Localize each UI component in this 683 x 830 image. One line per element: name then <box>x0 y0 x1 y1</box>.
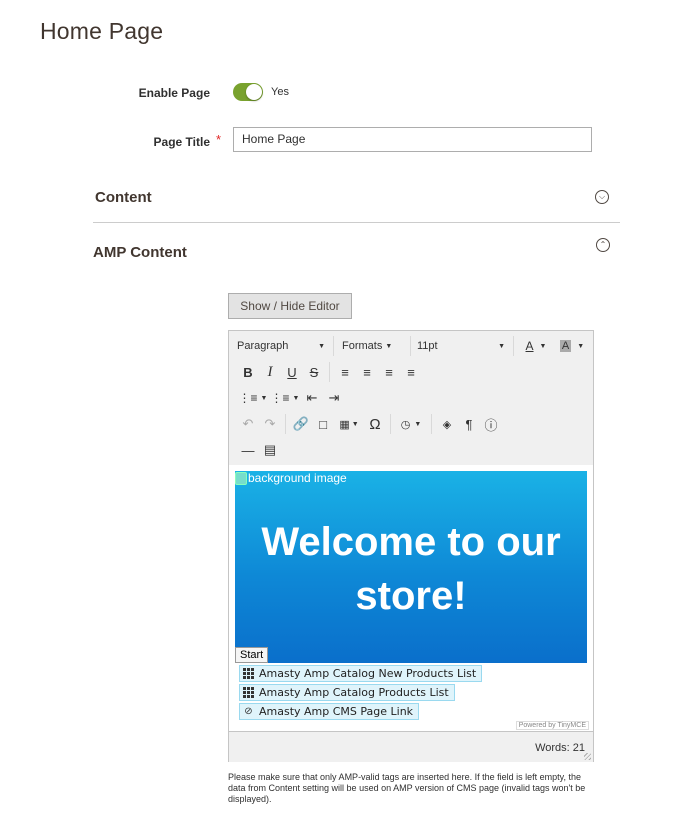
background-color-button[interactable]: A ▼ <box>554 335 590 357</box>
widget-label: Amasty Amp CMS Page Link <box>259 705 414 718</box>
required-indicator: * <box>216 132 222 147</box>
align-center-icon[interactable]: ≡ <box>356 361 378 383</box>
page-title-input[interactable]: Home Page <box>233 127 592 152</box>
find-replace-icon[interactable]: ◈ <box>436 413 458 435</box>
hero-banner: background image Welcome to our store! S… <box>235 471 587 663</box>
enable-page-toggle[interactable] <box>233 83 263 101</box>
toolbar-row-1: Paragraph ▼ Formats ▼ 11pt ▼ A ▼ A ▼ <box>233 333 590 359</box>
caret-down-icon: ▼ <box>414 420 422 428</box>
show-blocks-icon[interactable]: ¶ <box>458 413 480 435</box>
resize-handle-icon[interactable] <box>584 753 591 760</box>
page-break-icon[interactable]: ▤ <box>259 439 281 461</box>
toggle-knob <box>246 84 262 100</box>
special-character-icon[interactable]: Ω <box>364 413 386 435</box>
numbered-list-icon: ⋮≡ <box>270 391 290 405</box>
enable-page-label: Enable Page <box>138 86 210 100</box>
toolbar-row-3: ⋮≡ ▼ ⋮≡ ▼ ⇤ ⇥ <box>237 385 345 411</box>
chevron-up-circle-icon[interactable]: ⌃ <box>596 238 610 252</box>
text-color-icon: A <box>525 339 534 353</box>
section-divider <box>93 222 620 223</box>
horizontal-rule-icon[interactable]: — <box>237 439 259 461</box>
editor-toolbar: Paragraph ▼ Formats ▼ 11pt ▼ A ▼ A ▼ B I… <box>229 331 593 466</box>
align-left-icon[interactable]: ≡ <box>334 361 356 383</box>
align-right-icon[interactable]: ≡ <box>378 361 400 383</box>
bold-icon[interactable]: B <box>237 361 259 383</box>
toolbar-row-4: ↶ ↷ 🔗 □ ▦ ▼ Ω ◷ ▼ ◈ ¶ ⓘ <box>237 411 502 437</box>
widget-products-list[interactable]: Amasty Amp Catalog Products List <box>239 684 455 701</box>
bullet-list-icon: ⋮≡ <box>238 391 258 405</box>
show-hide-editor-button[interactable]: Show / Hide Editor <box>228 293 352 319</box>
enable-page-value: Yes <box>271 86 289 98</box>
widget-label: Amasty Amp Catalog Products List <box>259 686 449 699</box>
background-color-icon: A <box>559 340 572 352</box>
broken-image-alt: background image <box>235 471 347 486</box>
page-title-label: Page Title <box>153 135 210 149</box>
font-size-select[interactable]: 11pt ▼ <box>415 335 509 357</box>
caret-down-icon: ▼ <box>351 420 359 428</box>
toolbar-row-5: — ▤ <box>237 437 281 463</box>
word-count: Words: 21 <box>535 742 585 754</box>
widget-new-products-list[interactable]: Amasty Amp Catalog New Products List <box>239 665 483 682</box>
image-alt-text: background image <box>248 471 347 485</box>
toolbar-separator <box>333 336 334 356</box>
toolbar-separator <box>285 414 286 434</box>
help-icon[interactable]: ⓘ <box>480 413 502 435</box>
table-icon: ▦ <box>339 418 350 431</box>
caret-down-icon: ▼ <box>498 342 505 350</box>
widget-label: Amasty Amp Catalog New Products List <box>259 667 477 680</box>
caret-down-icon: ▼ <box>260 394 268 402</box>
hero-heading: Welcome to our store! <box>261 520 561 618</box>
grid-icon <box>243 668 254 679</box>
block-format-label: Paragraph <box>237 340 289 352</box>
powered-by-label[interactable]: Powered by TinyMCE <box>515 721 589 730</box>
toolbar-row-2: B I U S ≡ ≡ ≡ ≡ <box>237 359 422 385</box>
wysiwyg-editor: Paragraph ▼ Formats ▼ 11pt ▼ A ▼ A ▼ B I… <box>228 330 594 762</box>
page-title: Home Page <box>40 18 164 44</box>
toolbar-separator <box>513 336 514 356</box>
start-button[interactable]: Start <box>235 647 269 663</box>
chevron-down-circle-icon[interactable]: ⌵ <box>595 190 609 204</box>
text-color-button[interactable]: A ▼ <box>518 335 554 357</box>
amp-help-text: Please make sure that only AMP-valid tag… <box>228 772 586 804</box>
editor-statusbar: Words: 21 <box>229 731 593 762</box>
grid-icon <box>243 687 254 698</box>
table-button[interactable]: ▦ ▼ <box>334 413 364 435</box>
caret-down-icon: ▼ <box>318 342 325 350</box>
link-leaf-icon: ⊘ <box>244 706 253 717</box>
formats-label: Formats <box>342 340 383 352</box>
bookmark-icon[interactable]: □ <box>312 413 334 435</box>
editor-content-area[interactable]: background image Welcome to our store! S… <box>229 465 593 731</box>
link-icon[interactable]: 🔗 <box>290 413 312 435</box>
caret-down-icon: ▼ <box>539 342 547 350</box>
numbered-list-button[interactable]: ⋮≡ ▼ <box>269 387 301 409</box>
underline-icon[interactable]: U <box>281 361 303 383</box>
caret-down-icon: ▼ <box>385 342 393 350</box>
caret-down-icon: ▼ <box>292 394 300 402</box>
font-size-label: 11pt <box>417 340 438 352</box>
toolbar-separator <box>431 414 432 434</box>
undo-icon[interactable]: ↶ <box>237 413 259 435</box>
redo-icon[interactable]: ↷ <box>259 413 281 435</box>
insert-time-button[interactable]: ◷ ▼ <box>395 413 427 435</box>
broken-image-icon <box>235 472 247 486</box>
caret-down-icon: ▼ <box>577 342 585 350</box>
toolbar-separator <box>410 336 411 356</box>
content-section-title[interactable]: Content <box>95 189 152 206</box>
toolbar-separator <box>390 414 391 434</box>
outdent-icon[interactable]: ⇤ <box>301 387 323 409</box>
indent-icon[interactable]: ⇥ <box>323 387 345 409</box>
align-justify-icon[interactable]: ≡ <box>400 361 422 383</box>
strikethrough-icon[interactable]: S <box>303 361 325 383</box>
italic-icon[interactable]: I <box>259 361 281 383</box>
insert-time-icon: ◷ <box>400 418 411 431</box>
formats-select[interactable]: Formats ▼ <box>338 335 406 357</box>
bullet-list-button[interactable]: ⋮≡ ▼ <box>237 387 269 409</box>
block-format-select[interactable]: Paragraph ▼ <box>233 335 329 357</box>
widget-cms-page-link[interactable]: ⊘ Amasty Amp CMS Page Link <box>239 703 420 720</box>
amp-content-section-title[interactable]: AMP Content <box>93 244 187 261</box>
toolbar-separator <box>329 362 330 382</box>
